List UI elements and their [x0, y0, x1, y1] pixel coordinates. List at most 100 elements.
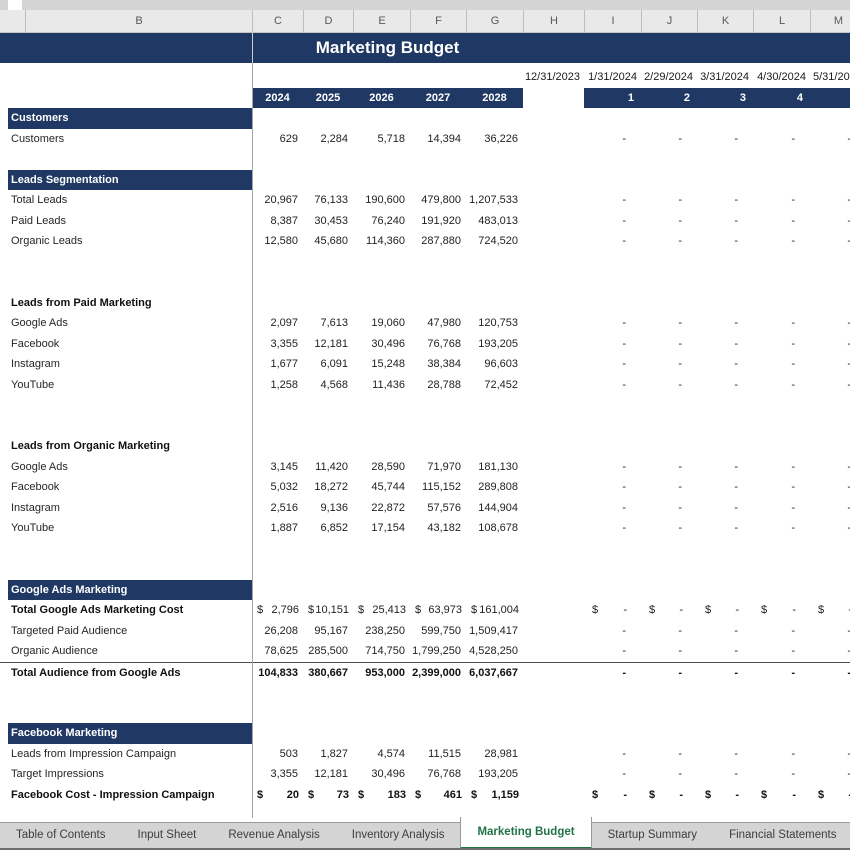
month-value-cell[interactable]: - — [584, 663, 641, 683]
section-header-cell[interactable]: Leads Segmentation — [8, 170, 252, 191]
month-value-cell[interactable]: - — [697, 190, 753, 211]
value-cell[interactable]: 503 — [252, 744, 303, 765]
month-value-cell[interactable]: - — [584, 457, 641, 478]
month-value-cell[interactable]: - — [641, 129, 697, 150]
value-cell[interactable]: 12,580 — [252, 231, 303, 252]
month-value-cell[interactable]: $- — [810, 600, 850, 621]
row-label-cell[interactable]: Total Audience from Google Ads — [8, 663, 252, 683]
month-value-cell[interactable]: - — [584, 621, 641, 642]
month-value-cell[interactable]: - — [810, 663, 850, 683]
month-value-cell[interactable]: - — [753, 518, 810, 539]
month-value-cell[interactable]: - — [753, 190, 810, 211]
row-label-cell[interactable]: Instagram — [8, 498, 252, 519]
value-cell[interactable]: 18,272 — [303, 477, 353, 498]
month-value-cell[interactable]: - — [641, 211, 697, 232]
value-cell[interactable]: 11,420 — [303, 457, 353, 478]
month-value-cell[interactable]: - — [697, 663, 753, 683]
month-number-cell[interactable]: 2 — [641, 88, 697, 108]
month-value-cell[interactable]: - — [810, 211, 850, 232]
value-cell[interactable]: 108,678 — [466, 518, 523, 539]
value-cell[interactable]: 6,091 — [303, 354, 353, 375]
tab-revenue-analysis[interactable]: Revenue Analysis — [212, 822, 335, 850]
value-cell[interactable]: 30,496 — [353, 764, 410, 785]
month-value-cell[interactable]: - — [641, 477, 697, 498]
month-value-cell[interactable]: $- — [584, 785, 641, 806]
row-label-cell[interactable]: YouTube — [8, 518, 252, 539]
value-cell[interactable]: 19,060 — [353, 313, 410, 334]
value-cell[interactable]: 6,852 — [303, 518, 353, 539]
row-label-cell[interactable]: Leads from Organic Marketing — [8, 436, 252, 457]
value-cell[interactable]: $63,973 — [410, 600, 466, 621]
value-cell[interactable]: 479,800 — [410, 190, 466, 211]
month-value-cell[interactable]: - — [697, 313, 753, 334]
value-cell[interactable]: 193,205 — [466, 764, 523, 785]
value-cell[interactable]: 78,625 — [252, 641, 303, 662]
value-cell[interactable]: 15,248 — [353, 354, 410, 375]
row-label-cell[interactable]: Instagram — [8, 354, 252, 375]
value-cell[interactable]: 2,516 — [252, 498, 303, 519]
month-value-cell[interactable]: - — [753, 764, 810, 785]
column-header-M[interactable]: M — [810, 10, 850, 32]
value-cell[interactable]: 1,827 — [303, 744, 353, 765]
month-value-cell[interactable]: - — [697, 211, 753, 232]
value-cell[interactable]: 714,750 — [353, 641, 410, 662]
column-header-I[interactable]: I — [584, 10, 641, 32]
row-label-cell[interactable]: Targeted Paid Audience — [8, 621, 252, 642]
page-title[interactable]: Marketing Budget — [252, 33, 523, 63]
row-label-cell[interactable]: Facebook Cost - Impression Campaign — [8, 785, 252, 806]
row-label-cell[interactable] — [8, 703, 252, 724]
tab-input-sheet[interactable]: Input Sheet — [122, 822, 213, 850]
month-value-cell[interactable]: - — [810, 457, 850, 478]
row-label-cell[interactable] — [8, 682, 252, 703]
value-cell[interactable]: 120,753 — [466, 313, 523, 334]
month-value-cell[interactable]: - — [584, 641, 641, 662]
value-cell[interactable]: 4,528,250 — [466, 641, 523, 662]
value-cell[interactable]: 3,355 — [252, 334, 303, 355]
value-cell[interactable]: 190,600 — [353, 190, 410, 211]
month-value-cell[interactable]: - — [697, 457, 753, 478]
row-label-cell[interactable]: Organic Audience — [8, 641, 252, 662]
year-cell[interactable]: 2024 — [252, 88, 303, 108]
month-value-cell[interactable]: - — [584, 129, 641, 150]
row-label-cell[interactable]: Facebook — [8, 334, 252, 355]
month-value-cell[interactable]: - — [641, 641, 697, 662]
month-value-cell[interactable]: - — [697, 744, 753, 765]
value-cell[interactable]: 287,880 — [410, 231, 466, 252]
value-cell[interactable]: $73 — [303, 785, 353, 806]
column-header-E[interactable]: E — [353, 10, 410, 32]
month-value-cell[interactable]: - — [641, 334, 697, 355]
month-value-cell[interactable]: - — [810, 518, 850, 539]
spacer-cell[interactable] — [523, 231, 584, 252]
value-cell[interactable]: 28,981 — [466, 744, 523, 765]
month-value-cell[interactable]: - — [753, 354, 810, 375]
month-value-cell[interactable]: - — [641, 663, 697, 683]
value-cell[interactable]: 28,590 — [353, 457, 410, 478]
value-cell[interactable]: 6,037,667 — [466, 663, 523, 683]
month-value-cell[interactable]: - — [697, 518, 753, 539]
month-value-cell[interactable]: - — [697, 641, 753, 662]
value-cell[interactable]: 76,133 — [303, 190, 353, 211]
row-label-cell[interactable] — [8, 416, 252, 437]
value-cell[interactable]: 12,181 — [303, 334, 353, 355]
column-header-C[interactable]: C — [252, 10, 303, 32]
month-value-cell[interactable]: - — [641, 498, 697, 519]
spacer-cell[interactable] — [523, 621, 584, 642]
value-cell[interactable]: 30,496 — [353, 334, 410, 355]
value-cell[interactable]: 5,718 — [353, 129, 410, 150]
tab-table-of-contents[interactable]: Table of Contents — [0, 822, 122, 850]
column-header-L[interactable]: L — [753, 10, 810, 32]
column-header-D[interactable]: D — [303, 10, 353, 32]
value-cell[interactable]: 114,360 — [353, 231, 410, 252]
value-cell[interactable]: 191,920 — [410, 211, 466, 232]
value-cell[interactable]: 2,399,000 — [410, 663, 466, 683]
date-cell[interactable]: 4/30/2024 — [753, 66, 810, 88]
month-value-cell[interactable]: - — [810, 641, 850, 662]
value-cell[interactable]: 30,453 — [303, 211, 353, 232]
value-cell[interactable]: 1,509,417 — [466, 621, 523, 642]
column-header-G[interactable]: G — [466, 10, 523, 32]
spacer-cell[interactable] — [523, 375, 584, 396]
month-value-cell[interactable]: $- — [810, 785, 850, 806]
month-value-cell[interactable]: $- — [641, 785, 697, 806]
value-cell[interactable]: 380,667 — [303, 663, 353, 683]
value-cell[interactable]: 483,013 — [466, 211, 523, 232]
